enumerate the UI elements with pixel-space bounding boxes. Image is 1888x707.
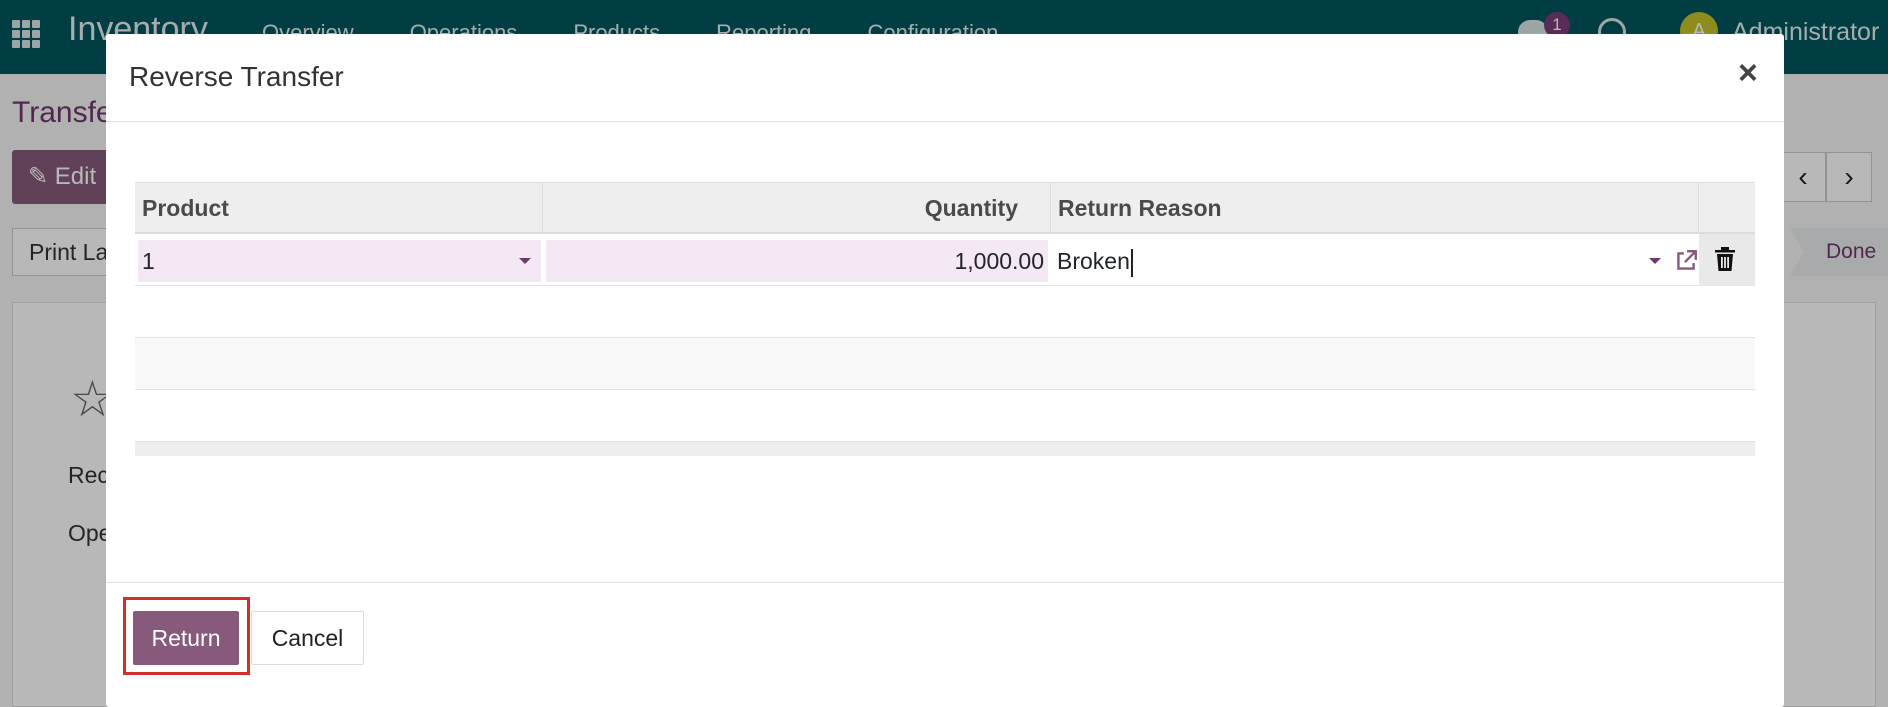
table-header: Product Quantity Return Reason	[135, 182, 1755, 234]
column-header-product[interactable]: Product	[135, 183, 543, 233]
empty-table-row	[135, 286, 1755, 338]
external-link-icon[interactable]	[1673, 248, 1699, 274]
column-header-actions	[1699, 183, 1755, 233]
trash-icon[interactable]	[1713, 246, 1737, 272]
product-value: 1	[142, 248, 155, 274]
product-select[interactable]: 1	[138, 240, 541, 282]
return-reason-input[interactable]: Broken	[1055, 240, 1697, 282]
reverse-transfer-dialog: Reverse Transfer × Product Quantity Retu…	[106, 34, 1784, 707]
empty-table-row	[135, 338, 1755, 390]
text-cursor	[1130, 248, 1133, 277]
close-icon[interactable]: ×	[1738, 54, 1758, 93]
chevron-down-icon[interactable]	[519, 258, 531, 264]
return-reason-value: Broken	[1057, 248, 1130, 274]
table-footer	[135, 442, 1755, 456]
chevron-down-icon[interactable]	[1649, 258, 1661, 264]
dialog-footer: Return Cancel	[106, 582, 1784, 707]
dialog-title: Reverse Transfer	[129, 61, 344, 92]
cancel-button[interactable]: Cancel	[251, 611, 364, 665]
dialog-header: Reverse Transfer ×	[106, 34, 1784, 122]
return-lines-table: Product Quantity Return Reason 1 1,000.0…	[135, 182, 1755, 456]
return-button[interactable]: Return	[133, 611, 239, 665]
quantity-input[interactable]: 1,000.00	[546, 240, 1048, 282]
column-header-quantity[interactable]: Quantity	[543, 183, 1051, 233]
row-actions-cell	[1699, 234, 1755, 286]
table-row[interactable]: 1 1,000.00 Broken	[135, 234, 1755, 286]
column-header-return-reason[interactable]: Return Reason	[1051, 183, 1699, 233]
empty-table-row	[135, 390, 1755, 442]
